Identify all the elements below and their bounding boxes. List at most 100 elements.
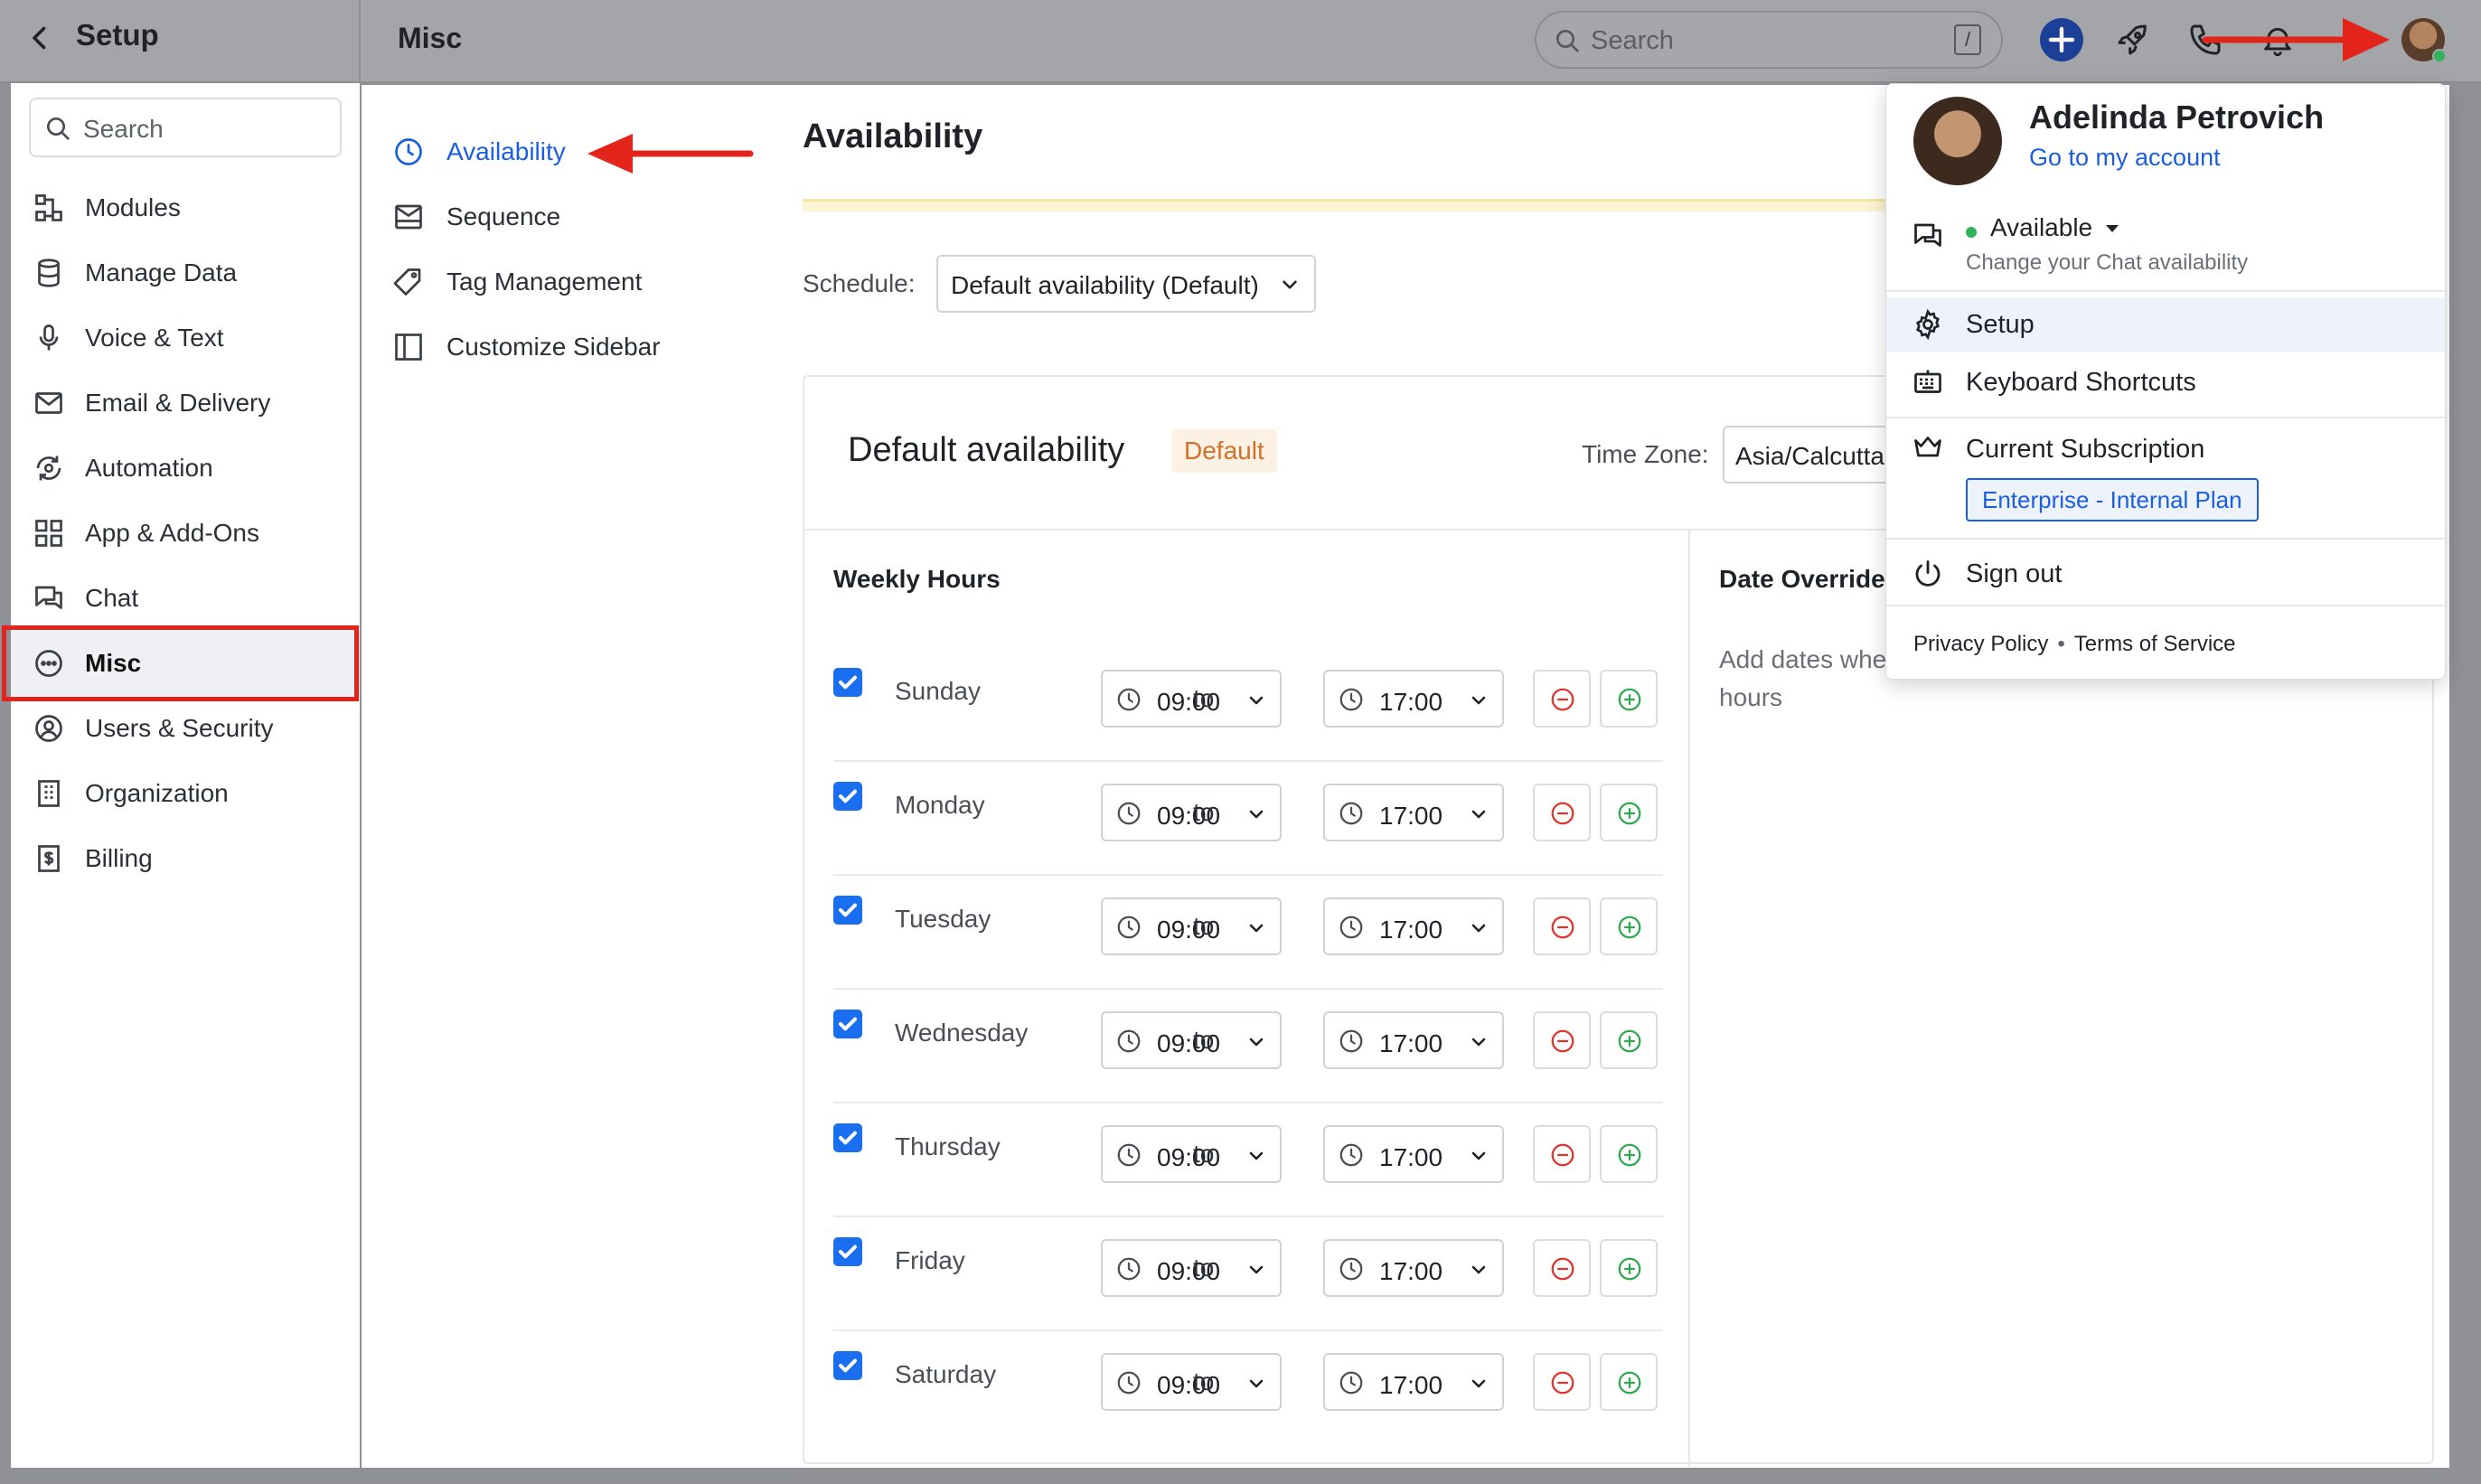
sidebar-item-users-security[interactable]: Users & Security	[11, 696, 360, 761]
menu-item-setup[interactable]: Setup	[1886, 297, 2445, 352]
rocket-icon[interactable]	[2115, 20, 2151, 60]
subnav-item-customize-sidebar[interactable]: Customize Sidebar	[392, 325, 772, 371]
day-checkbox[interactable]	[833, 782, 862, 811]
chevron-down-icon	[1468, 1031, 1490, 1053]
menu-divider	[1886, 538, 2445, 540]
start-time-select[interactable]: 09:00	[1101, 1353, 1282, 1411]
menu-item-sign-out[interactable]: Sign out	[1886, 547, 2445, 601]
end-time-select[interactable]: 17:00	[1323, 1239, 1504, 1297]
day-row-saturday: Saturday 09:00 to 17:00	[833, 1331, 1663, 1445]
day-row-tuesday: Tuesday 09:00 to 17:00	[833, 876, 1663, 990]
tag-icon	[392, 266, 425, 298]
setup-sidebar: Search Modules Manage Data Voice & Text …	[11, 83, 360, 1468]
chevron-down-icon	[1468, 803, 1490, 825]
remove-slot-button[interactable]	[1533, 1011, 1591, 1069]
end-time-select[interactable]: 17:00	[1323, 897, 1504, 955]
sidebar-item-label: Chat	[85, 584, 139, 612]
sidebar-item-manage-data[interactable]: Manage Data	[11, 240, 360, 305]
sidebar-item-automation[interactable]: Automation	[11, 436, 360, 501]
day-checkbox[interactable]	[833, 896, 862, 925]
sidebar-item-voice-text[interactable]: Voice & Text	[11, 305, 360, 371]
add-slot-button[interactable]	[1600, 670, 1658, 728]
end-time-value: 17:00	[1379, 916, 1443, 944]
subnav-item-tag-management[interactable]: Tag Management	[392, 260, 772, 305]
remove-slot-button[interactable]	[1533, 1239, 1591, 1297]
day-checkbox[interactable]	[833, 1123, 862, 1152]
global-search-input[interactable]: Search /	[1535, 11, 2003, 69]
chevron-down-icon	[1468, 690, 1490, 711]
menu-divider	[1886, 290, 2445, 292]
sidebar-item-label: Manage Data	[85, 258, 238, 286]
end-time-select[interactable]: 17:00	[1323, 670, 1504, 728]
chat-bubbles-icon	[1912, 220, 1944, 252]
go-to-account-link[interactable]: Go to my account	[2029, 144, 2221, 172]
add-slot-button[interactable]	[1600, 1239, 1658, 1297]
menu-divider	[1886, 417, 2445, 418]
terms-of-service-link[interactable]: Terms of Service	[2074, 632, 2236, 656]
end-time-select[interactable]: 17:00	[1323, 1125, 1504, 1183]
sidebar-item-app-addons[interactable]: App & Add-Ons	[11, 501, 360, 566]
privacy-policy-link[interactable]: Privacy Policy	[1913, 632, 2048, 656]
back-arrow-icon[interactable]	[23, 22, 56, 54]
chevron-down-icon	[1278, 273, 1302, 296]
end-time-value: 17:00	[1379, 1257, 1443, 1285]
remove-slot-button[interactable]	[1533, 670, 1591, 728]
sidebar-item-modules[interactable]: Modules	[11, 175, 360, 240]
subnav-item-label: Sequence	[446, 202, 561, 230]
date-override-title: Date Override	[1719, 565, 1885, 593]
add-slot-button[interactable]	[1600, 784, 1658, 841]
day-label: Saturday	[895, 1360, 997, 1388]
start-time-select[interactable]: 09:00	[1101, 784, 1282, 841]
create-new-button[interactable]	[2040, 18, 2083, 61]
remove-slot-button[interactable]	[1533, 1125, 1591, 1183]
sidebar-search-input[interactable]: Search	[29, 98, 342, 157]
add-slot-button[interactable]	[1600, 1125, 1658, 1183]
day-checkbox[interactable]	[833, 668, 862, 697]
subnav-item-sequence[interactable]: Sequence	[392, 195, 772, 240]
remove-slot-button[interactable]	[1533, 1353, 1591, 1411]
menu-item-label: Sign out	[1966, 559, 2063, 588]
sidebar-item-chat[interactable]: Chat	[11, 566, 360, 631]
caret-down-icon[interactable]	[2103, 221, 2121, 236]
sidebar-item-billing[interactable]: Billing	[11, 826, 360, 891]
clock-icon	[1338, 800, 1365, 827]
menu-item-keyboard-shortcuts[interactable]: Keyboard Shortcuts	[1886, 355, 2445, 409]
database-icon	[33, 257, 65, 289]
start-time-select[interactable]: 09:00	[1101, 1011, 1282, 1069]
plan-badge[interactable]: Enterprise - Internal Plan	[1966, 478, 2259, 521]
end-time-select[interactable]: 17:00	[1323, 784, 1504, 841]
day-checkbox[interactable]	[833, 1237, 862, 1266]
schedule-select[interactable]: Default availability (Default)	[936, 255, 1316, 313]
start-time-select[interactable]: 09:00	[1101, 670, 1282, 728]
minus-circle-icon	[1551, 916, 1574, 939]
add-slot-button[interactable]	[1600, 1353, 1658, 1411]
user-avatar-button[interactable]	[2401, 18, 2447, 63]
day-checkbox[interactable]	[833, 1351, 862, 1380]
sidebar-item-organization[interactable]: Organization	[11, 761, 360, 826]
add-slot-button[interactable]	[1600, 897, 1658, 955]
chat-status[interactable]: Available	[1990, 213, 2092, 242]
annotation-highlight-box	[2, 625, 359, 701]
chevron-down-icon	[1245, 1259, 1267, 1281]
sidebar-item-email-delivery[interactable]: Email & Delivery	[11, 371, 360, 436]
end-time-value: 17:00	[1379, 1143, 1443, 1171]
minus-circle-icon	[1551, 688, 1574, 711]
end-time-select[interactable]: 17:00	[1323, 1011, 1504, 1069]
footer-bullet: •	[2057, 632, 2065, 656]
start-time-select[interactable]: 09:00	[1101, 1125, 1282, 1183]
add-slot-button[interactable]	[1600, 1011, 1658, 1069]
chevron-down-icon	[1468, 1259, 1490, 1281]
remove-slot-button[interactable]	[1533, 897, 1591, 955]
start-time-select[interactable]: 09:00	[1101, 897, 1282, 955]
apps-grid-icon	[33, 517, 65, 549]
to-label: to	[1193, 912, 1215, 940]
billing-icon	[33, 842, 65, 875]
remove-slot-button[interactable]	[1533, 784, 1591, 841]
clock-icon	[1115, 800, 1142, 827]
to-label: to	[1193, 1026, 1215, 1054]
end-time-select[interactable]: 17:00	[1323, 1353, 1504, 1411]
page-title: Availability	[803, 117, 983, 155]
day-checkbox[interactable]	[833, 1010, 862, 1038]
start-time-select[interactable]: 09:00	[1101, 1239, 1282, 1297]
menu-item-subscription[interactable]: Current Subscription	[1886, 420, 2445, 474]
